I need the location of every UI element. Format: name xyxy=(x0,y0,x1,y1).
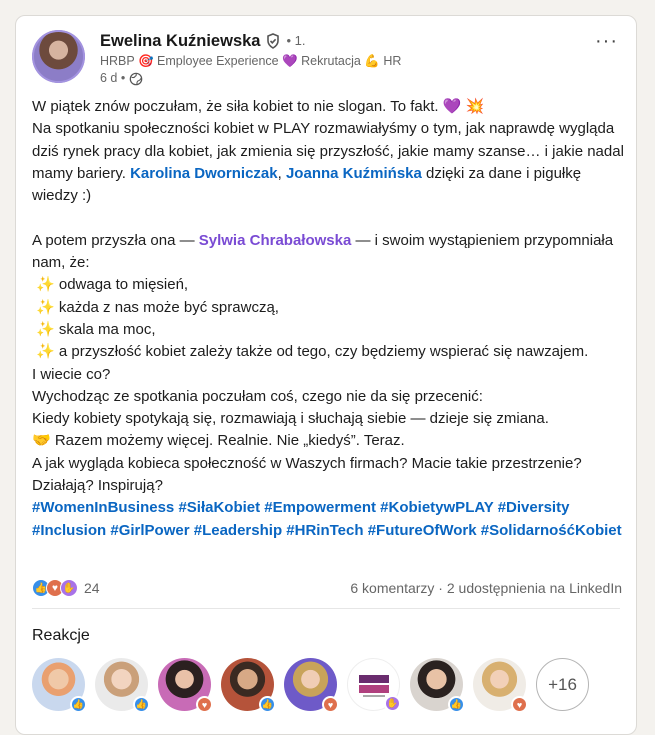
post-line: I wiecie co? xyxy=(32,365,111,383)
reaction-count: 24 xyxy=(84,580,100,596)
post-paragraph: Na spotkaniu społeczności kobiet w PLAY … xyxy=(32,120,624,205)
sparkles-icon: ✨ xyxy=(36,276,55,294)
comments-shares-link[interactable]: 6 komentarzy · 2 udostępnienia na Linked… xyxy=(350,580,622,596)
reactor-avatar[interactable]: 👍 xyxy=(32,658,87,713)
like-icon: 👍 xyxy=(70,696,87,713)
globe-icon xyxy=(129,72,143,85)
mention-link[interactable]: Sylwia Chrabałowska xyxy=(199,232,352,249)
reactor-avatars: 👍 👍 ♥ 👍 ♥ ✋ 👍 ♥ +16 xyxy=(32,658,589,713)
post-body: W piątek znów poczułam, że siła kobiet t… xyxy=(32,96,624,542)
social-counts: 👍 ♥ ✋ 24 6 komentarzy · 2 udostępnienia … xyxy=(32,577,622,599)
post-line: 🤝 Razem możemy więcej. Realnie. Nie „kie… xyxy=(32,432,405,450)
reactor-avatar[interactable]: 👍 xyxy=(221,658,276,713)
post-header: Ewelina Kuźniewska • 1. HRBP 🎯 Employee … xyxy=(100,30,401,87)
author-name[interactable]: Ewelina Kuźniewska xyxy=(100,30,260,52)
hashtag[interactable]: #KobietywPLAY xyxy=(380,499,493,516)
sparkles-icon: ✨ xyxy=(36,320,55,338)
reactions-title: Reakcje xyxy=(32,627,90,644)
author-headline: HRBP 🎯 Employee Experience 💜 Rekrutacja … xyxy=(100,54,402,68)
post-paragraph: A potem przyszła ona — Sylwia Chrabałows… xyxy=(32,231,614,272)
list-item: ✨ odwaga to mięsień, xyxy=(36,276,189,294)
hashtag[interactable]: #Inclusion xyxy=(32,522,106,539)
post-line: A jak wygląda kobieca społeczność w Wasz… xyxy=(32,454,582,495)
reactor-avatar[interactable]: 👍 xyxy=(410,658,465,713)
love-icon: ♥ xyxy=(511,696,528,713)
love-icon: ♥ xyxy=(196,696,213,713)
like-icon: 👍 xyxy=(259,696,276,713)
reactor-avatar[interactable]: ♥ xyxy=(473,658,528,713)
verified-icon xyxy=(267,33,280,49)
post-card: Ewelina Kuźniewska • 1. HRBP 🎯 Employee … xyxy=(15,15,637,735)
post-line: W piątek znów poczułam, że siła kobiet t… xyxy=(32,98,485,115)
post-time: 6 d • xyxy=(100,71,126,85)
list-item: ✨ każda z nas może być sprawczą, xyxy=(36,298,279,316)
sparkles-icon: ✨ xyxy=(36,343,55,361)
hashtag[interactable]: #WomenInBusiness xyxy=(32,499,174,516)
hashtag[interactable]: #Empowerment xyxy=(264,499,376,516)
mention-link[interactable]: Karolina Dworniczak xyxy=(130,165,278,182)
sparkles-icon: ✨ xyxy=(36,298,55,316)
reactor-avatar[interactable]: ♥ xyxy=(284,658,339,713)
foundation-logo-icon xyxy=(358,674,389,697)
list-item: ✨ skala ma moc, xyxy=(36,320,156,338)
hashtag[interactable]: #GirlPower xyxy=(110,522,189,539)
post-line: Kiedy kobiety spotykają się, rozmawiają … xyxy=(32,410,549,428)
list-item: ✨ a przyszłość kobiet zależy także od teg… xyxy=(36,343,589,361)
hashtags: #WomenInBusiness #SiłaKobiet #Empowermen… xyxy=(32,497,624,542)
mention-link[interactable]: Joanna Kuźmińska xyxy=(286,165,422,182)
hashtag[interactable]: #SolidarnośćKobiet xyxy=(481,522,622,539)
hashtag[interactable]: #Leadership xyxy=(194,522,282,539)
support-icon: ✋ xyxy=(60,579,78,597)
hashtag[interactable]: #HRinTech xyxy=(286,522,363,539)
like-icon: ✋ xyxy=(384,695,401,712)
hashtag[interactable]: #SiłaKobiet xyxy=(178,499,260,516)
like-icon: 👍 xyxy=(448,696,465,713)
love-icon: ♥ xyxy=(322,696,339,713)
reactor-avatar[interactable]: ♥ xyxy=(158,658,213,713)
hashtag[interactable]: #FutureOfWork xyxy=(368,522,477,539)
hashtag[interactable]: #Diversity xyxy=(498,499,570,516)
connection-degree: • 1. xyxy=(286,33,306,48)
more-options-icon[interactable]: ··· xyxy=(595,30,618,53)
like-icon: 👍 xyxy=(133,696,150,713)
post-line: Wychodząc ze spotkania poczułam coś, cze… xyxy=(32,387,483,405)
divider xyxy=(32,608,620,609)
reactor-avatar[interactable]: 👍 xyxy=(95,658,150,713)
reactor-avatar-logo[interactable]: ✋ xyxy=(347,658,401,712)
author-avatar[interactable] xyxy=(32,30,85,83)
more-reactors-button[interactable]: +16 xyxy=(536,658,589,711)
reactions-summary[interactable]: 👍 ♥ ✋ 24 xyxy=(32,579,100,597)
